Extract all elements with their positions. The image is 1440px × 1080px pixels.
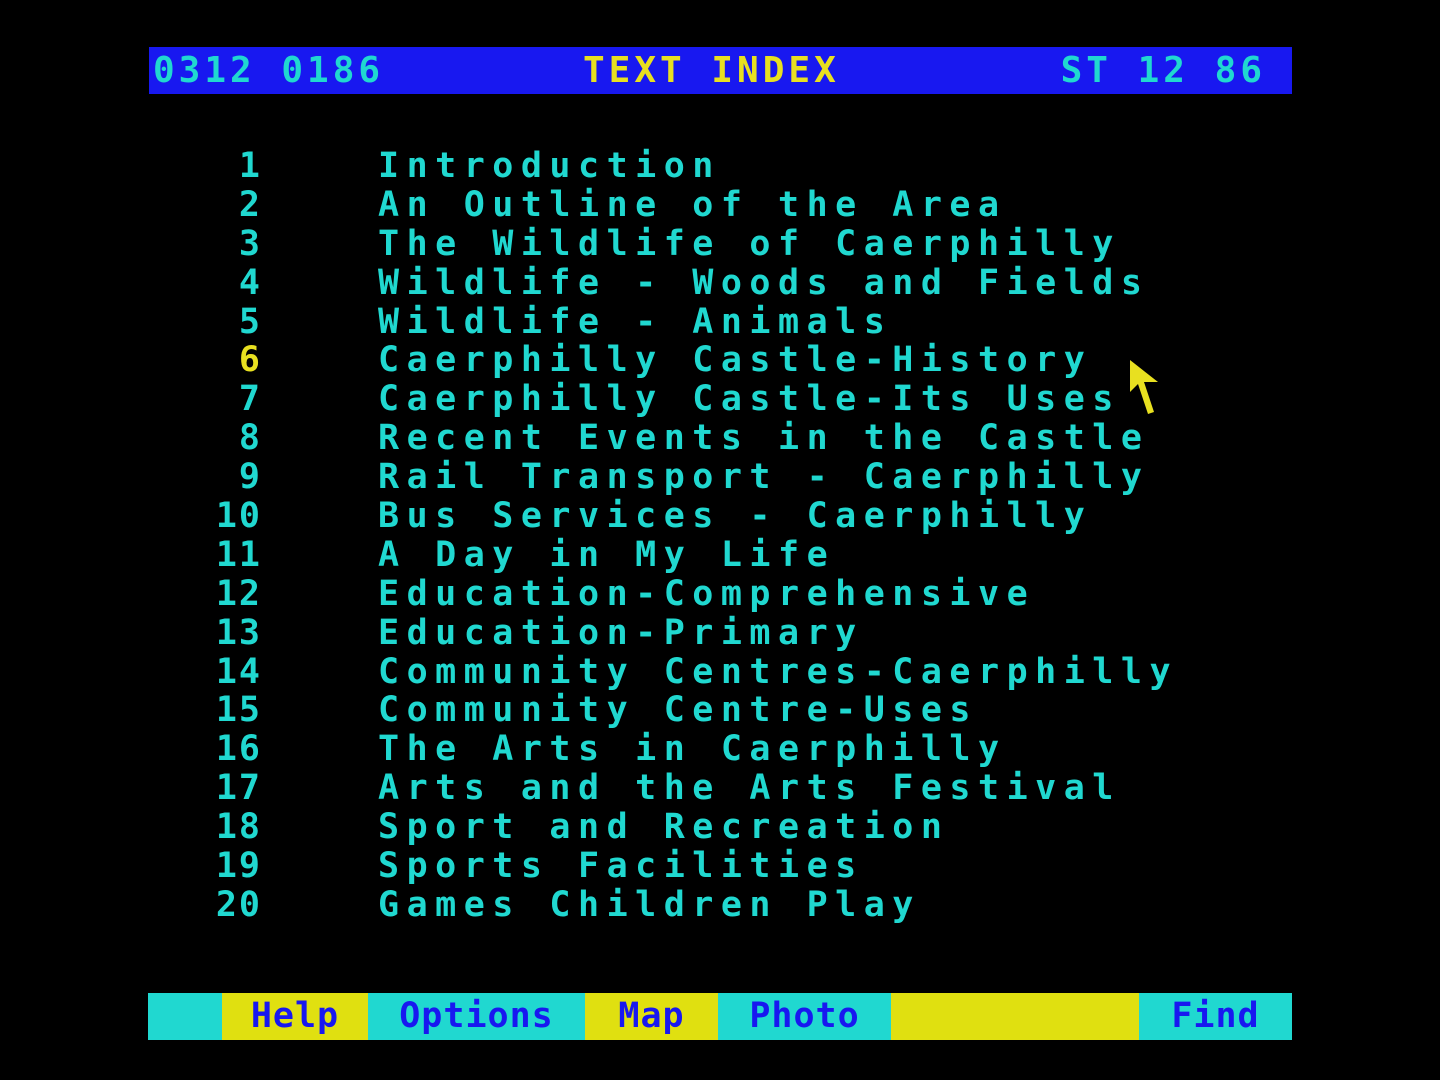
help-button[interactable]: Help [222, 993, 368, 1040]
item-number: 7 [238, 379, 262, 420]
item-number: 4 [238, 262, 262, 303]
item-title: An Outline of the Area [378, 184, 1007, 225]
item-number: 8 [238, 418, 262, 459]
index-item-9[interactable]: 9 Rail Transport - Caerphilly [0, 458, 1440, 497]
item-title: Sport and Recreation [378, 807, 950, 848]
item-title: Bus Services - Caerphilly [378, 496, 1093, 537]
item-number: 3 [238, 223, 262, 264]
item-title: Wildlife - Animals [378, 301, 893, 342]
index-item-10[interactable]: 10 Bus Services - Caerphilly [0, 497, 1440, 536]
item-number: 9 [238, 457, 262, 498]
item-title: Arts and the Arts Festival [378, 768, 1121, 809]
index-item-4[interactable]: 4 Wildlife - Woods and Fields [0, 262, 1440, 303]
item-title: Rail Transport - Caerphilly [378, 457, 1150, 498]
item-title: Caerphilly Castle-Its Uses [378, 379, 1121, 420]
index-item-15[interactable]: 15 Community Centre-Uses [0, 691, 1440, 730]
index-item-3[interactable]: 3 The Wildlife of Caerphilly [0, 223, 1440, 264]
item-title: Games Children Play [378, 884, 921, 925]
page-title: TEXT INDEX [583, 50, 840, 91]
item-title: Community Centres-Caerphilly [378, 651, 1179, 692]
item-number: 5 [238, 301, 262, 342]
arrow-pointer-icon [1130, 360, 1158, 414]
item-title: Introduction [378, 146, 721, 186]
index-item-2[interactable]: 2 An Outline of the Area [0, 184, 1440, 225]
item-number: 17 [215, 768, 262, 809]
item-title: A Day in My Life [378, 534, 836, 575]
index-item-20[interactable]: 20 Games Children Play [0, 886, 1440, 925]
item-title: Caerphilly Castle-History [378, 340, 1093, 381]
index-item-11[interactable]: 11 A Day in My Life [0, 536, 1440, 575]
index-item-16[interactable]: 16 The Arts in Caerphilly [0, 730, 1440, 769]
options-button[interactable]: Options [368, 993, 585, 1040]
header-bar: 0312 0186 TEXT INDEX ST 12 86 [149, 47, 1292, 94]
back-button[interactable] [148, 993, 222, 1040]
item-number: 20 [215, 884, 262, 925]
item-title: Wildlife - Woods and Fields [378, 262, 1150, 303]
item-title: Community Centre-Uses [378, 690, 979, 731]
text-index-list: 1 Introduction 2 An Outline of the Area 3 T… [0, 147, 1440, 925]
index-item-12[interactable]: 12 Education-Comprehensive [0, 573, 1440, 614]
index-item-18[interactable]: 18 Sport and Recreation [0, 808, 1440, 847]
item-number: 13 [215, 612, 262, 653]
index-item-8[interactable]: 8 Recent Events in the Castle [0, 419, 1440, 458]
index-item-6[interactable]: 6 Caerphilly Castle-History [0, 341, 1440, 380]
map-button[interactable]: Map [585, 993, 718, 1040]
item-number: 16 [215, 729, 262, 770]
index-item-19[interactable]: 19 Sports Facilities [0, 847, 1440, 886]
blank-key[interactable] [891, 993, 1139, 1040]
item-number: 11 [215, 534, 262, 575]
item-number: 15 [215, 690, 262, 731]
index-item-5[interactable]: 5 Wildlife - Animals [0, 301, 1440, 342]
item-number: 10 [215, 496, 262, 537]
index-item-7[interactable]: 7 Caerphilly Castle-Its Uses [0, 380, 1440, 419]
item-number: 14 [215, 651, 262, 692]
item-number: 1 [238, 146, 262, 186]
item-number-selected: 6 [238, 340, 262, 381]
item-number: 18 [215, 807, 262, 848]
item-title: Recent Events in the Castle [378, 418, 1150, 459]
item-title: The Wildlife of Caerphilly [378, 223, 1121, 264]
find-button[interactable]: Find [1139, 993, 1292, 1040]
index-item-14[interactable]: 14 Community Centres-Caerphilly [0, 651, 1440, 692]
grid-reference: ST 12 86 [1060, 50, 1266, 91]
page-code: 0312 0186 [153, 50, 385, 91]
item-title: Sports Facilities [378, 846, 864, 887]
item-title: The Arts in Caerphilly [378, 729, 1007, 770]
photo-button[interactable]: Photo [718, 993, 891, 1040]
item-title: Education-Primary [378, 612, 864, 653]
item-title: Education-Comprehensive [378, 573, 1036, 614]
item-number: 19 [215, 846, 262, 887]
item-number: 2 [238, 184, 262, 225]
index-item-13[interactable]: 13 Education-Primary [0, 612, 1440, 653]
function-key-bar: Help Options Map Photo Find [148, 993, 1292, 1040]
index-item-1[interactable]: 1 Introduction [0, 147, 1440, 186]
item-number: 12 [215, 573, 262, 614]
index-item-17[interactable]: 17 Arts and the Arts Festival [0, 769, 1440, 808]
